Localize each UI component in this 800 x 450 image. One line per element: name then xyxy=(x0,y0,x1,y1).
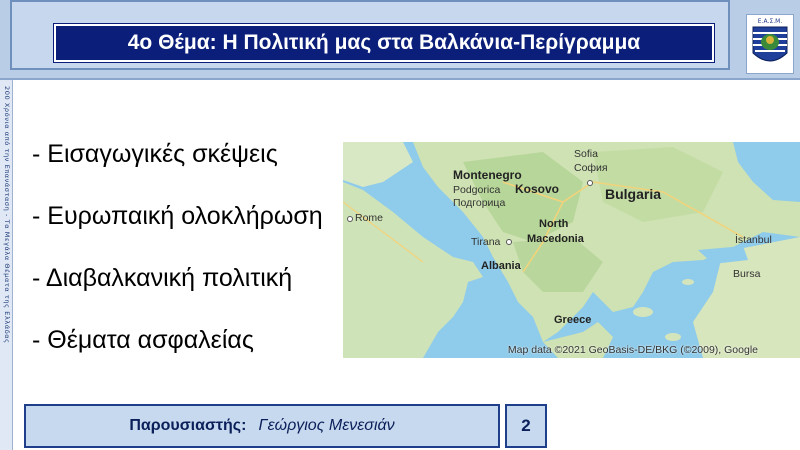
presenter-name: Γεώργιος Μενεσιάν xyxy=(258,417,395,434)
map-label-istanbul: İstanbul xyxy=(735,234,772,246)
map-label-rome: Rome xyxy=(355,212,384,224)
slide-title: 4ο Θέμα: Η Πολιτική μας στα Βαλκάνια-Περ… xyxy=(53,23,715,63)
map-label-podgorica-local: Подгорица xyxy=(453,197,506,209)
map-label-montenegro: Montenegro xyxy=(453,168,522,182)
city-dot-sofia xyxy=(587,180,593,186)
side-strip-text: 200 Χρόνια από την Επανάσταση - Τα Μεγάλ… xyxy=(3,86,11,344)
map-label-bulgaria: Bulgaria xyxy=(605,186,662,202)
svg-text:Ε.Α.Σ.Μ.: Ε.Α.Σ.Μ. xyxy=(758,18,783,25)
bullet-item: - Εισαγωγικές σκέψεις xyxy=(32,140,278,168)
school-logo-icon: Ε.Α.Σ.Μ. xyxy=(746,14,794,74)
map-label-macedonia: Macedonia xyxy=(527,233,584,245)
map-label-north: North xyxy=(539,218,569,230)
bullet-list: - Εισαγωγικές σκέψεις - Ευρωπαική ολοκλή… xyxy=(32,136,323,384)
map-label-tirana: Tirana xyxy=(471,236,501,248)
map-label-bursa: Bursa xyxy=(733,268,761,280)
map-label-greece: Greece xyxy=(554,314,592,326)
bullet-item: - Διαβαλκανική πολιτική xyxy=(32,264,293,292)
map-label-sofia: Sofia xyxy=(574,148,598,160)
slide-header: 4ο Θέμα: Η Πολιτική μας στα Βαλκάνια-Περ… xyxy=(0,0,800,80)
map-attribution: Map data ©2021 GeoBasis-DE/BKG (©2009), … xyxy=(507,344,758,356)
city-dot-rome xyxy=(347,216,353,222)
bullet-item: - Ευρωπαική ολοκλήρωση xyxy=(32,202,323,230)
balkans-map-image: Sofia София Montenegro Podgorica Подгори… xyxy=(343,142,800,358)
map-label-albania: Albania xyxy=(481,260,521,272)
presenter-label: Παρουσιαστής: xyxy=(129,417,247,434)
map-label-podgorica: Podgorica xyxy=(453,184,501,196)
city-dot-tirana xyxy=(506,239,512,245)
map-label-sofia-local: София xyxy=(574,162,608,174)
page-number: 2 xyxy=(505,404,547,448)
presenter-box: Παρουσιαστής: Γεώργιος Μενεσιάν xyxy=(24,404,500,448)
bullet-item: - Θέματα ασφαλείας xyxy=(32,326,254,354)
map-label-kosovo: Kosovo xyxy=(515,182,560,196)
